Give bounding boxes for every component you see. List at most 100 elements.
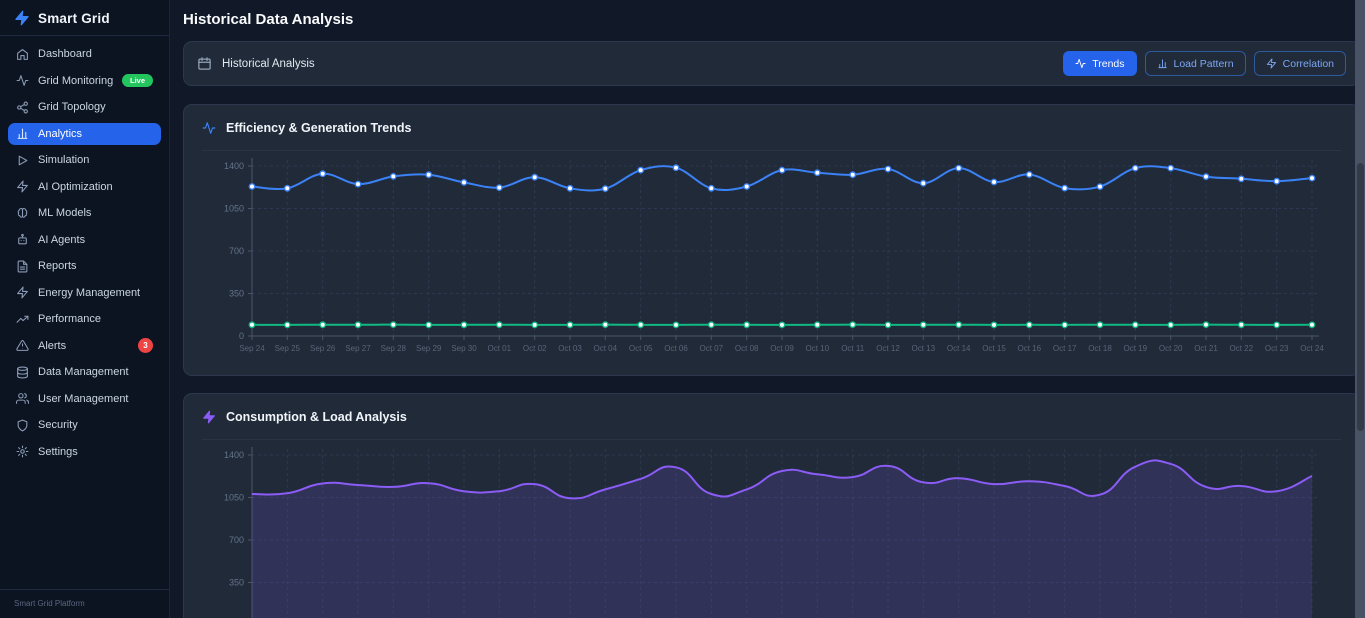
sidebar-item-energy-management[interactable]: Energy Management: [8, 282, 161, 304]
gear-icon: [16, 445, 29, 458]
sidebar-item-settings[interactable]: Settings: [8, 441, 161, 463]
svg-text:Sep 28: Sep 28: [381, 344, 407, 353]
toolbar-label: Historical Analysis: [222, 57, 315, 70]
chart-title: Consumption & Load Analysis: [226, 409, 407, 424]
svg-text:Oct 13: Oct 13: [912, 344, 936, 353]
sidebar-item-label: Analytics: [38, 127, 83, 140]
sidebar-item-label: Grid Topology: [38, 101, 106, 113]
trends-button-label: Trends: [1092, 57, 1125, 70]
home-icon: [16, 48, 29, 61]
generation-trends-chart: 0 350 700 1050 1400 Sep 24 Sep 25 Sep 26 Sep 27 S…: [224, 158, 1324, 353]
sidebar-item-user-management[interactable]: User Management: [8, 388, 161, 410]
sidebar-item-reports[interactable]: Reports: [8, 255, 161, 277]
sidebar-item-alerts[interactable]: Alerts 3: [8, 335, 161, 357]
svg-text:700: 700: [229, 535, 244, 545]
svg-text:Oct 21: Oct 21: [1194, 344, 1218, 353]
sidebar-item-simulation[interactable]: Simulation: [8, 149, 161, 171]
sidebar-item-label: AI Agents: [38, 233, 86, 246]
trending-up-icon: [16, 313, 29, 326]
sidebar-item-label: Security: [38, 419, 78, 431]
sidebar-item-label: Grid Monitoring: [38, 74, 113, 87]
sidebar-item-label: Alerts: [38, 339, 67, 352]
scrollbar-thumb[interactable]: [1356, 163, 1364, 431]
analysis-toolbar: Historical Analysis Trends Load Pattern …: [183, 41, 1360, 86]
brain-icon: [16, 207, 29, 220]
svg-text:Oct 07: Oct 07: [700, 344, 724, 353]
svg-text:Sep 26: Sep 26: [310, 344, 336, 353]
svg-text:Oct 15: Oct 15: [982, 344, 1006, 353]
sidebar-item-label: Settings: [38, 445, 78, 458]
svg-text:1050: 1050: [224, 204, 244, 214]
svg-text:Oct 18: Oct 18: [1088, 344, 1112, 353]
chart-header: Efficiency & Generation Trends: [184, 105, 1359, 150]
load-pattern-button[interactable]: Load Pattern: [1144, 51, 1246, 76]
svg-text:Sep 25: Sep 25: [275, 344, 301, 353]
svg-text:0: 0: [239, 331, 244, 341]
sidebar-item-ml-models[interactable]: ML Models: [8, 202, 161, 224]
svg-text:Oct 23: Oct 23: [1265, 344, 1289, 353]
consumption-load-chart: 035070010501400Sep 24Sep 25Sep 26Sep 27S…: [224, 447, 1319, 618]
svg-text:Sep 24: Sep 24: [239, 344, 265, 353]
svg-text:Oct 14: Oct 14: [947, 344, 971, 353]
svg-text:Sep 27: Sep 27: [345, 344, 371, 353]
sidebar-item-data-management[interactable]: Data Management: [8, 361, 161, 383]
main-content: Historical Data Analysis Historical Anal…: [170, 0, 1365, 618]
alert-triangle-icon: [16, 339, 29, 352]
activity-icon: [1075, 58, 1086, 69]
zap-icon: [16, 286, 29, 299]
sidebar-footer: Smart Grid Platform: [0, 589, 169, 618]
toolbar-context: Historical Analysis: [197, 56, 315, 71]
svg-text:Oct 20: Oct 20: [1159, 344, 1183, 353]
zap-icon: [202, 410, 216, 424]
svg-text:Oct 04: Oct 04: [594, 344, 618, 353]
sidebar-item-ai-agents[interactable]: AI Agents: [8, 229, 161, 251]
app-window: Smart Grid Dashboard Grid Monitoring Live G…: [0, 0, 1365, 618]
sidebar-item-label: Energy Management: [38, 286, 141, 299]
page-title: Historical Data Analysis: [183, 11, 354, 28]
svg-text:1050: 1050: [224, 493, 244, 503]
svg-text:Oct 02: Oct 02: [523, 344, 547, 353]
consumption-load-chart-card: Consumption & Load Analysis 035070010501…: [183, 393, 1360, 618]
sidebar-item-label: Simulation: [38, 154, 90, 166]
grid-monitoring-badge: Live: [121, 74, 153, 87]
file-text-icon: [16, 260, 29, 273]
sidebar-item-grid-monitoring[interactable]: Grid Monitoring Live: [8, 70, 161, 92]
sidebar-item-label: ML Models: [38, 207, 92, 219]
play-icon: [16, 154, 29, 167]
correlation-button-label: Correlation: [1282, 57, 1334, 70]
topology-icon: [16, 101, 29, 114]
load-pattern-button-label: Load Pattern: [1173, 57, 1234, 70]
trends-button[interactable]: Trends: [1063, 51, 1137, 76]
sidebar-item-security[interactable]: Security: [8, 414, 161, 436]
database-icon: [16, 366, 29, 379]
divider: [202, 439, 1341, 440]
svg-text:Oct 22: Oct 22: [1230, 344, 1254, 353]
users-icon: [16, 392, 29, 405]
svg-text:1400: 1400: [224, 450, 244, 460]
scrollbar[interactable]: [1355, 0, 1365, 618]
svg-text:Oct 19: Oct 19: [1124, 344, 1148, 353]
sidebar-item-performance[interactable]: Performance: [8, 308, 161, 330]
sidebar-item-label: Dashboard: [38, 48, 92, 60]
correlation-button[interactable]: Correlation: [1253, 51, 1346, 76]
sidebar: Smart Grid Dashboard Grid Monitoring Live G…: [0, 0, 170, 618]
sidebar-item-dashboard[interactable]: Dashboard: [8, 43, 161, 65]
activity-icon: [202, 121, 216, 135]
svg-text:1400: 1400: [224, 161, 244, 171]
sidebar-item-grid-topology[interactable]: Grid Topology: [8, 96, 161, 118]
svg-text:Oct 01: Oct 01: [488, 344, 512, 353]
sidebar-item-label: Data Management: [38, 366, 129, 378]
bar-chart-icon: [16, 127, 29, 140]
chart-title: Efficiency & Generation Trends: [226, 120, 412, 135]
svg-text:Oct 11: Oct 11: [841, 344, 865, 353]
sidebar-item-ai-optimization[interactable]: AI Optimization: [8, 176, 161, 198]
sidebar-item-analytics[interactable]: Analytics: [8, 122, 161, 145]
view-mode-buttons: Trends Load Pattern Correlation: [1063, 51, 1346, 76]
svg-text:Sep 30: Sep 30: [451, 344, 477, 353]
svg-text:Oct 12: Oct 12: [876, 344, 900, 353]
zap-icon: [16, 180, 29, 193]
svg-text:Oct 08: Oct 08: [735, 344, 759, 353]
svg-text:350: 350: [229, 289, 244, 299]
bot-icon: [16, 233, 29, 246]
svg-text:Sep 29: Sep 29: [416, 344, 442, 353]
